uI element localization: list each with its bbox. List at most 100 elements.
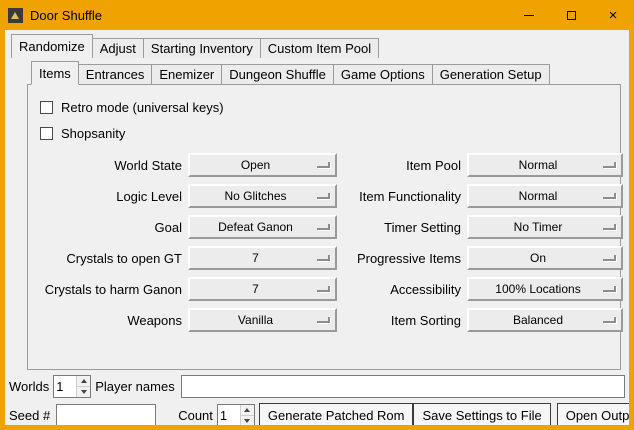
world-state-label: World State: [34, 153, 182, 177]
goal-value: Defeat Ganon: [218, 220, 293, 234]
generate-patched-rom-button[interactable]: Generate Patched Rom: [259, 403, 414, 425]
minimize-icon: [524, 15, 534, 16]
inner-tab-bar: Items Entrances Enemizer Dungeon Shuffle…: [31, 61, 621, 84]
progressive-items-value: On: [530, 251, 546, 265]
menu-indicator-icon: [317, 193, 330, 199]
worlds-label: Worlds: [9, 379, 49, 394]
menu-indicator-icon: [317, 224, 330, 230]
player-names-input[interactable]: [181, 375, 625, 398]
titlebar: Door Shuffle ×: [0, 0, 634, 30]
player-names-label: Player names: [95, 379, 174, 394]
logic-level-value: No Glitches: [224, 189, 286, 203]
arrow-down-icon: [244, 419, 250, 423]
window-title: Door Shuffle: [30, 8, 508, 23]
logic-level-dropdown[interactable]: No Glitches: [188, 184, 337, 208]
goal-dropdown[interactable]: Defeat Ganon: [188, 215, 337, 239]
tab-randomize[interactable]: Randomize: [11, 34, 93, 58]
window-controls: ×: [508, 0, 634, 30]
shopsanity-label: Shopsanity: [61, 126, 125, 141]
timer-setting-label: Timer Setting: [343, 215, 461, 239]
crystals-ganon-value: 7: [252, 282, 259, 296]
world-state-value: Open: [241, 158, 270, 172]
count-spinner[interactable]: [217, 404, 255, 425]
item-functionality-label: Item Functionality: [343, 184, 461, 208]
arrow-up-icon: [244, 408, 250, 412]
menu-indicator-icon: [317, 255, 330, 261]
maximize-button[interactable]: [550, 0, 592, 30]
maximize-icon: [567, 11, 576, 20]
menu-indicator-icon: [317, 317, 330, 323]
menu-indicator-icon: [603, 317, 616, 323]
progressive-items-dropdown[interactable]: On: [467, 246, 623, 270]
menu-indicator-icon: [317, 286, 330, 292]
minimize-button[interactable]: [508, 0, 550, 30]
retro-mode-checkbox[interactable]: [40, 101, 53, 114]
menu-indicator-icon: [317, 162, 330, 168]
open-output-directory-button[interactable]: Open Output Directory: [557, 403, 629, 425]
spin-down-button[interactable]: [241, 415, 254, 425]
options-grid: World State Open Item Pool Normal Logic …: [34, 153, 616, 332]
tab-items[interactable]: Items: [31, 61, 79, 85]
tab-custom-item-pool[interactable]: Custom Item Pool: [260, 38, 379, 58]
accessibility-dropdown[interactable]: 100% Locations: [467, 277, 623, 301]
tab-enemizer[interactable]: Enemizer: [151, 64, 222, 84]
item-functionality-value: Normal: [519, 189, 558, 203]
tab-starting-inventory[interactable]: Starting Inventory: [143, 38, 261, 58]
outer-tab-bar: Randomize Adjust Starting Inventory Cust…: [11, 34, 625, 58]
tab-game-options[interactable]: Game Options: [333, 64, 433, 84]
item-pool-label: Item Pool: [343, 153, 461, 177]
items-tab-panel: Retro mode (universal keys) Shopsanity W…: [27, 84, 621, 370]
accessibility-label: Accessibility: [343, 277, 461, 301]
count-label: Count: [178, 408, 213, 423]
weapons-label: Weapons: [34, 308, 182, 332]
item-sorting-label: Item Sorting: [343, 308, 461, 332]
close-icon: ×: [609, 8, 618, 23]
crystals-ganon-dropdown[interactable]: 7: [188, 277, 337, 301]
worlds-input[interactable]: [54, 376, 76, 397]
count-input[interactable]: [218, 405, 240, 425]
tab-adjust[interactable]: Adjust: [92, 38, 144, 58]
tab-dungeon-shuffle[interactable]: Dungeon Shuffle: [221, 64, 334, 84]
retro-mode-checkbox-row[interactable]: Retro mode (universal keys): [40, 97, 616, 117]
goal-label: Goal: [34, 215, 182, 239]
seed-input[interactable]: [56, 404, 156, 425]
spin-up-button[interactable]: [77, 376, 90, 386]
retro-mode-label: Retro mode (universal keys): [61, 100, 224, 115]
bottom-controls: Worlds Player names Seed # Count: [9, 370, 625, 425]
item-functionality-dropdown[interactable]: Normal: [467, 184, 623, 208]
crystals-gt-dropdown[interactable]: 7: [188, 246, 337, 270]
generate-row: Seed # Count Generate Patched Rom Save S…: [9, 403, 625, 425]
progressive-items-label: Progressive Items: [343, 246, 461, 270]
close-button[interactable]: ×: [592, 0, 634, 30]
menu-indicator-icon: [603, 162, 616, 168]
shopsanity-checkbox[interactable]: [40, 127, 53, 140]
spin-up-button[interactable]: [241, 405, 254, 415]
menu-indicator-icon: [603, 286, 616, 292]
tab-generation-setup[interactable]: Generation Setup: [432, 64, 550, 84]
menu-indicator-icon: [603, 255, 616, 261]
seed-label: Seed #: [9, 408, 50, 423]
accessibility-value: 100% Locations: [495, 282, 580, 296]
worlds-spinner[interactable]: [53, 375, 91, 398]
window: Door Shuffle × Randomize Adjust Starting…: [0, 0, 634, 430]
logic-level-label: Logic Level: [34, 184, 182, 208]
save-settings-button[interactable]: Save Settings to File: [413, 403, 550, 425]
window-body: Randomize Adjust Starting Inventory Cust…: [5, 30, 629, 425]
item-sorting-value: Balanced: [513, 313, 563, 327]
menu-indicator-icon: [603, 224, 616, 230]
item-pool-dropdown[interactable]: Normal: [467, 153, 623, 177]
weapons-value: Vanilla: [238, 313, 273, 327]
weapons-dropdown[interactable]: Vanilla: [188, 308, 337, 332]
timer-setting-dropdown[interactable]: No Timer: [467, 215, 623, 239]
item-sorting-dropdown[interactable]: Balanced: [467, 308, 623, 332]
crystals-ganon-label: Crystals to harm Ganon: [34, 277, 182, 301]
timer-setting-value: No Timer: [514, 220, 563, 234]
shopsanity-checkbox-row[interactable]: Shopsanity: [40, 123, 616, 143]
tab-entrances[interactable]: Entrances: [78, 64, 153, 84]
spin-down-button[interactable]: [77, 386, 90, 397]
world-state-dropdown[interactable]: Open: [188, 153, 337, 177]
multiworld-row: Worlds Player names: [9, 375, 625, 398]
crystals-gt-label: Crystals to open GT: [34, 246, 182, 270]
randomize-notebook: Items Entrances Enemizer Dungeon Shuffle…: [27, 61, 621, 370]
arrow-down-icon: [81, 390, 87, 394]
